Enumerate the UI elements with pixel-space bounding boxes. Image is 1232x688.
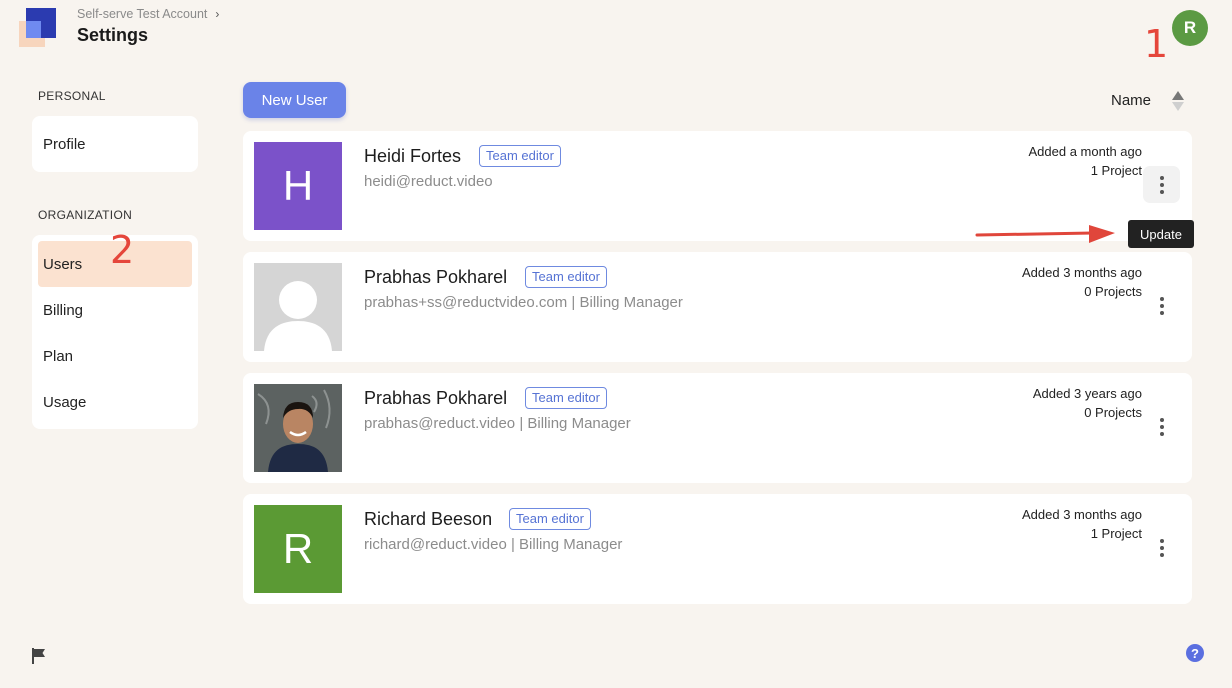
- user-added-date: Added 3 months ago: [1022, 507, 1142, 522]
- more-options-icon[interactable]: [1143, 408, 1180, 445]
- new-user-button[interactable]: New User: [243, 82, 346, 118]
- sidebar-item-profile[interactable]: Profile: [38, 122, 192, 166]
- user-project-count: 1 Project: [1090, 163, 1142, 178]
- user-name: Prabhas Pokharel: [364, 388, 508, 408]
- user-avatar-tile: H: [254, 142, 342, 230]
- user-avatar[interactable]: R: [1172, 10, 1208, 46]
- sidebar-personal-card: Profile: [32, 116, 198, 172]
- sidebar-item-plan[interactable]: Plan: [38, 333, 192, 379]
- user-name: Prabhas Pokharel: [364, 267, 508, 287]
- sidebar-item-billing[interactable]: Billing: [38, 287, 192, 333]
- user-added-date: Added 3 months ago: [1022, 265, 1142, 280]
- annotation-marker-2: 2: [110, 228, 135, 272]
- annotation-arrow-icon: [975, 225, 1115, 243]
- role-badge: Team editor: [509, 508, 591, 530]
- user-email: heidi@reduct.video: [364, 173, 493, 190]
- app-logo[interactable]: [18, 8, 58, 48]
- breadcrumb[interactable]: Self-serve Test Account ›: [77, 7, 219, 21]
- user-name: Heidi Fortes: [364, 146, 462, 166]
- user-email: prabhas+ss@reductvideo.com | Billing Man…: [364, 294, 683, 311]
- page-title: Settings: [77, 25, 149, 45]
- user-avatar-tile: R: [254, 505, 342, 593]
- sort-label[interactable]: Name: [1111, 92, 1151, 109]
- user-added-date: Added a month ago: [1028, 144, 1142, 159]
- sort-toggle-icon[interactable]: [1171, 90, 1185, 112]
- more-options-icon[interactable]: [1143, 166, 1180, 203]
- user-row: Prabhas Pokharel Team editor prabhas+ss@…: [243, 252, 1192, 362]
- user-row: Prabhas Pokharel Team editor prabhas@red…: [243, 373, 1192, 483]
- role-badge: Team editor: [525, 387, 607, 409]
- user-project-count: 0 Projects: [1084, 405, 1142, 420]
- user-email: richard@reduct.video | Billing Manager: [364, 536, 623, 553]
- user-photo: [254, 384, 342, 472]
- sidebar-section-personal: PERSONAL: [38, 89, 106, 103]
- more-options-icon[interactable]: [1143, 287, 1180, 324]
- sidebar-item-usage[interactable]: Usage: [38, 379, 192, 425]
- update-tooltip: Update: [1128, 220, 1194, 248]
- default-avatar-icon: [254, 263, 342, 351]
- help-icon[interactable]: ?: [1186, 644, 1204, 662]
- user-added-date: Added 3 years ago: [1032, 386, 1142, 401]
- annotation-marker-1: 1: [1144, 22, 1169, 66]
- chevron-right-icon: ›: [215, 7, 220, 21]
- user-email: prabhas@reduct.video | Billing Manager: [364, 415, 631, 432]
- user-project-count: 1 Project: [1090, 526, 1142, 541]
- role-badge: Team editor: [525, 266, 607, 288]
- breadcrumb-account[interactable]: Self-serve Test Account: [77, 7, 207, 21]
- user-project-count: 0 Projects: [1084, 284, 1142, 299]
- user-row: R Richard Beeson Team editor richard@red…: [243, 494, 1192, 604]
- more-options-icon[interactable]: [1143, 529, 1180, 566]
- role-badge: Team editor: [479, 145, 561, 167]
- sidebar-section-organization: ORGANIZATION: [38, 208, 133, 222]
- flag-icon[interactable]: [30, 647, 48, 665]
- user-name: Richard Beeson: [364, 509, 493, 529]
